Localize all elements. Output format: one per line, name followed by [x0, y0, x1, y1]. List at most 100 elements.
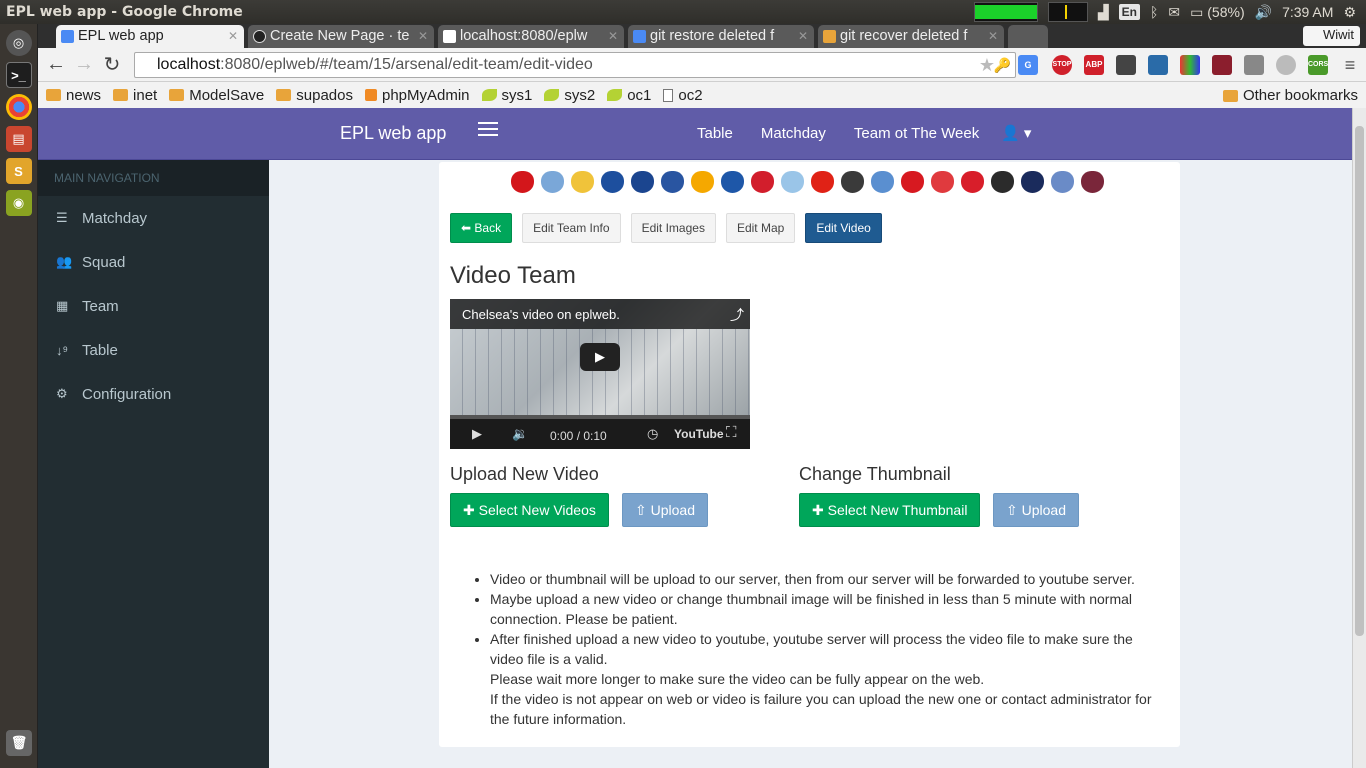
keyboard-layout[interactable]: En	[1118, 4, 1140, 20]
screen-ext-icon[interactable]	[1116, 55, 1136, 75]
nav-table[interactable]: Table	[697, 125, 733, 142]
select-new-videos-button[interactable]: ✚ Select New Videos	[450, 493, 609, 527]
cpu-meter[interactable]	[973, 2, 1038, 22]
team-crest-icon[interactable]	[871, 171, 894, 193]
tab-create-new-page[interactable]: Create New Page · te ✕	[248, 25, 434, 48]
sidebar-item-squad[interactable]: 👥 Squad	[38, 240, 269, 284]
address-bar[interactable]: localhost:8080/eplweb/#/team/15/arsenal/…	[134, 52, 1016, 78]
app-icon[interactable]: ◉	[5, 190, 32, 216]
team-crest-icon[interactable]	[751, 171, 774, 193]
team-crest-icon[interactable]	[961, 171, 984, 193]
net-meter[interactable]	[1047, 2, 1088, 22]
team-crest-icon[interactable]	[931, 171, 954, 193]
team-crest-icon[interactable]	[601, 171, 624, 193]
edit-map-button[interactable]: Edit Map	[725, 213, 796, 243]
profile-button[interactable]: Wiwit	[1302, 26, 1360, 46]
tab-close-icon[interactable]: ✕	[418, 25, 428, 48]
tab-localhost[interactable]: localhost:8080/eplw ✕	[438, 25, 624, 48]
team-crest-icon[interactable]	[1021, 171, 1044, 193]
upload-video-button[interactable]: ⇧ Upload	[622, 493, 708, 527]
edit-images-button[interactable]: Edit Images	[630, 213, 716, 243]
team-crest-icon[interactable]	[571, 171, 594, 193]
tab-close-icon[interactable]: ✕	[798, 25, 808, 48]
tab-close-icon[interactable]: ✕	[228, 25, 238, 48]
youtube-player[interactable]: Chelsea's video on eplweb. ⤴ ▶ ▶ 🔉 0:00 …	[450, 299, 750, 449]
team-crest-icon[interactable]	[691, 171, 714, 193]
team-crest-icon[interactable]	[901, 171, 924, 193]
team-crest-icon[interactable]	[631, 171, 654, 193]
tab-git-recover[interactable]: git recover deleted f ✕	[818, 25, 1004, 48]
stop-ext-icon[interactable]: STOP	[1052, 55, 1072, 75]
scrollbar-thumb[interactable]	[1355, 126, 1364, 636]
sidebar-item-matchday[interactable]: ☰ Matchday	[38, 196, 269, 240]
key-icon[interactable]: 🔑	[994, 53, 1011, 77]
chrome-icon[interactable]	[5, 94, 32, 120]
page-scrollbar[interactable]	[1352, 108, 1366, 768]
edit-video-button[interactable]: Edit Video	[805, 213, 882, 243]
team-crest-icon[interactable]	[1051, 171, 1074, 193]
volume-icon[interactable]: 🔊	[1255, 4, 1272, 21]
bookmark-sys2[interactable]: sys2	[544, 87, 595, 104]
fullscreen-icon[interactable]: ⛶	[726, 424, 737, 441]
window-ext-icon[interactable]	[1148, 55, 1168, 75]
team-crest-icon[interactable]	[781, 171, 804, 193]
youtube-logo[interactable]: YouTube	[674, 427, 724, 441]
color-ext-icon[interactable]	[1180, 55, 1200, 75]
terminal-icon[interactable]: >_	[5, 62, 32, 88]
mail-icon[interactable]: ✉	[1168, 4, 1180, 21]
files-icon[interactable]: ▤	[5, 126, 32, 152]
team-crest-icon[interactable]	[841, 171, 864, 193]
signal-icon[interactable]: ▟	[1098, 4, 1109, 21]
bookmark-oc2[interactable]: oc2	[663, 87, 703, 104]
team-crest-icon[interactable]	[991, 171, 1014, 193]
sublime-icon[interactable]: S	[5, 158, 32, 184]
settings-gear-icon[interactable]: ⚙	[1343, 4, 1356, 21]
tab-git-restore[interactable]: git restore deleted f ✕	[628, 25, 814, 48]
dash-icon[interactable]: ◎	[5, 30, 32, 56]
forward-icon[interactable]: →	[70, 53, 98, 76]
bookmark-news[interactable]: news	[46, 87, 101, 104]
share-icon[interactable]: ⤴	[730, 305, 744, 325]
video-title[interactable]: Chelsea's video on eplweb.	[450, 299, 750, 329]
bookmark-inet[interactable]: inet	[113, 87, 157, 104]
watch-later-icon[interactable]: ◷	[647, 426, 658, 442]
sidebar-item-table[interactable]: ↓⁹ Table	[38, 328, 269, 372]
battery-indicator[interactable]: ▭ (58%)	[1190, 4, 1244, 21]
team-crest-icon[interactable]	[511, 171, 534, 193]
back-icon[interactable]: ←	[42, 53, 70, 76]
monitor-ext-icon[interactable]	[1212, 55, 1232, 75]
bookmark-phpmyadmin[interactable]: phpMyAdmin	[364, 87, 470, 104]
back-button[interactable]: ⬅ Back	[450, 213, 513, 243]
shield-ext-icon[interactable]	[1244, 55, 1264, 75]
team-crest-icon[interactable]	[1081, 171, 1104, 193]
bookmark-modelsave[interactable]: ModelSave	[169, 87, 264, 104]
upload-thumbnail-button[interactable]: ⇧ Upload	[993, 493, 1079, 527]
tab-epl-web-app[interactable]: EPL web app ✕	[56, 25, 244, 48]
translate-ext-icon[interactable]: G	[1018, 55, 1038, 75]
team-crest-icon[interactable]	[721, 171, 744, 193]
tab-close-icon[interactable]: ✕	[988, 25, 998, 48]
bookmark-supados[interactable]: supados	[276, 87, 353, 104]
menu-icon[interactable]: ≡	[1340, 55, 1360, 75]
play-icon[interactable]: ▶	[472, 426, 482, 442]
bluetooth-icon[interactable]: ᛒ	[1150, 4, 1158, 20]
cors-ext-icon[interactable]: CORS	[1308, 55, 1328, 75]
select-new-thumbnail-button[interactable]: ✚ Select New Thumbnail	[799, 493, 981, 527]
nav-matchday[interactable]: Matchday	[761, 125, 826, 142]
team-crest-icon[interactable]	[661, 171, 684, 193]
adblock-ext-icon[interactable]: ABP	[1084, 55, 1104, 75]
clock[interactable]: 7:39 AM	[1282, 4, 1333, 20]
nav-team-of-the-week[interactable]: Team ot The Week	[854, 125, 979, 142]
progress-bar[interactable]	[450, 415, 750, 419]
sidebar-item-configuration[interactable]: ⚙ Configuration	[38, 372, 269, 416]
bookmark-sys1[interactable]: sys1	[481, 87, 532, 104]
user-menu-icon[interactable]: 👤 ▾	[1001, 124, 1031, 142]
play-button[interactable]: ▶	[580, 343, 620, 371]
edit-team-info-button[interactable]: Edit Team Info	[522, 213, 621, 243]
tab-close-icon[interactable]: ✕	[608, 25, 618, 48]
settings-ext-icon[interactable]	[1276, 55, 1296, 75]
other-bookmarks[interactable]: Other bookmarks	[1222, 87, 1358, 104]
team-crest-icon[interactable]	[541, 171, 564, 193]
new-tab-button[interactable]	[1008, 25, 1048, 48]
volume-icon[interactable]: 🔉	[512, 426, 528, 442]
